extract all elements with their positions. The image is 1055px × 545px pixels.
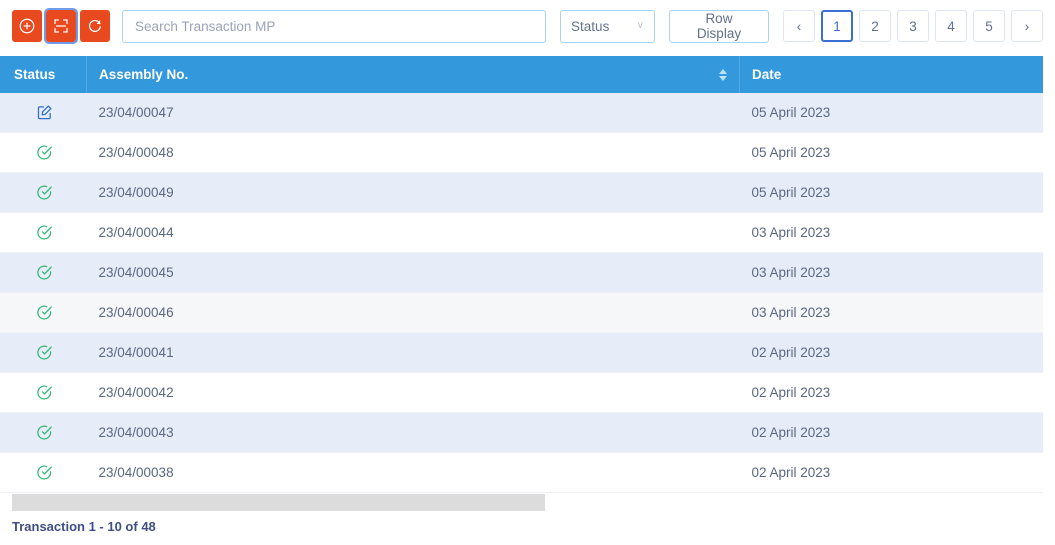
cell-status: [0, 332, 87, 373]
record-count-summary: Transaction 1 - 10 of 48: [12, 519, 156, 534]
pagination-page-2[interactable]: 2: [858, 10, 891, 42]
cell-status: [0, 292, 87, 333]
pagination-prev-button[interactable]: ‹: [782, 10, 815, 42]
search-field-wrapper: [122, 9, 547, 43]
cell-date: 03 April 2023: [739, 292, 1043, 333]
cell-status: [0, 452, 87, 493]
column-header-date[interactable]: Date: [739, 56, 1043, 93]
horizontal-scrollbar[interactable]: [0, 494, 1043, 511]
cell-assembly-no: 23/04/00043: [86, 412, 740, 453]
cell-status: [0, 412, 87, 453]
cell-date: 02 April 2023: [739, 332, 1043, 373]
table-row[interactable]: 23/04/00047 05 April 2023: [0, 93, 1043, 133]
refresh-icon: [86, 17, 104, 35]
table-row[interactable]: 23/04/00049 05 April 2023: [0, 172, 1043, 213]
table-row[interactable]: 23/04/00046 03 April 2023: [0, 292, 1043, 333]
cell-assembly-no: 23/04/00038: [86, 452, 740, 493]
cell-status: [0, 212, 87, 253]
chevron-down-icon: ∨: [636, 20, 644, 31]
table-row[interactable]: 23/04/00042 02 April 2023: [0, 372, 1043, 413]
cell-assembly-no: 23/04/00042: [86, 372, 740, 413]
column-header-status[interactable]: Status: [0, 56, 87, 93]
cell-assembly-no: 23/04/00041: [86, 332, 740, 373]
cell-date: 03 April 2023: [739, 252, 1043, 293]
cell-assembly-no: 23/04/00048: [86, 132, 740, 173]
check-circle-icon[interactable]: [14, 213, 87, 252]
pagination: ‹ 1 2 3 4 5 ›: [782, 10, 1043, 42]
cell-status: [0, 132, 87, 173]
cell-status: [0, 372, 87, 413]
check-circle-icon[interactable]: [14, 173, 87, 212]
pagination-page-4[interactable]: 4: [934, 10, 967, 42]
edit-icon[interactable]: [14, 93, 87, 132]
cell-date: 05 April 2023: [739, 93, 1043, 133]
cell-date: 02 April 2023: [739, 372, 1043, 413]
cell-status: [0, 252, 87, 293]
horizontal-scrollbar-thumb[interactable]: [12, 494, 545, 511]
table-header: Status Assembly No. Date: [0, 56, 1043, 93]
check-circle-icon[interactable]: [14, 293, 87, 332]
cell-assembly-no: 23/04/00045: [86, 252, 740, 293]
cell-date: 02 April 2023: [739, 452, 1043, 493]
check-circle-icon[interactable]: [14, 453, 87, 492]
cell-assembly-no: 23/04/00049: [86, 172, 740, 213]
table-row[interactable]: 23/04/00045 03 April 2023: [0, 252, 1043, 293]
row-display-button[interactable]: Row Display: [668, 9, 769, 43]
pagination-page-1[interactable]: 1: [820, 10, 853, 42]
column-header-assembly-no[interactable]: Assembly No.: [86, 56, 740, 93]
sort-ascending-icon: [719, 68, 727, 74]
table-row[interactable]: 23/04/00044 03 April 2023: [0, 212, 1043, 253]
cell-assembly-no: 23/04/00047: [86, 93, 740, 133]
cell-date: 05 April 2023: [739, 132, 1043, 173]
check-circle-icon[interactable]: [14, 333, 87, 372]
table-body: 23/04/00047 05 April 2023 23/04/00048 05 Ap…: [0, 93, 1043, 493]
add-button[interactable]: [12, 10, 43, 42]
check-circle-icon[interactable]: [14, 373, 87, 412]
pagination-page-5[interactable]: 5: [972, 10, 1005, 42]
cell-date: 02 April 2023: [739, 412, 1043, 453]
cell-date: 03 April 2023: [739, 212, 1043, 253]
sort-toggle-icon[interactable]: [719, 68, 727, 81]
cell-assembly-no: 23/04/00044: [86, 212, 740, 253]
check-circle-icon[interactable]: [14, 133, 87, 172]
scan-icon: [52, 17, 70, 35]
column-header-assembly-label: Assembly No.: [99, 67, 189, 82]
cell-date: 05 April 2023: [739, 172, 1043, 213]
sort-descending-icon: [719, 75, 727, 81]
check-circle-icon[interactable]: [14, 253, 87, 292]
table-row[interactable]: 23/04/00043 02 April 2023: [0, 412, 1043, 453]
scan-button[interactable]: [44, 8, 79, 44]
refresh-button[interactable]: [80, 10, 111, 42]
cell-assembly-no: 23/04/00046: [86, 292, 740, 333]
status-filter-dropdown[interactable]: Status ∨: [560, 9, 655, 43]
status-filter-label: Status: [571, 18, 610, 34]
search-input[interactable]: [122, 9, 547, 43]
transaction-table-container: Status Assembly No. Date 23/04/00047 05 A…: [0, 56, 1043, 511]
cell-status: [0, 172, 87, 213]
check-circle-icon[interactable]: [14, 413, 87, 452]
pagination-next-button[interactable]: ›: [1010, 10, 1043, 42]
table-row[interactable]: 23/04/00041 02 April 2023: [0, 332, 1043, 373]
table-row[interactable]: 23/04/00048 05 April 2023: [0, 132, 1043, 173]
add-icon: [18, 17, 36, 35]
toolbar: Status ∨ Row Display ‹ 1 2 3 4 5 ›: [0, 0, 1055, 52]
pagination-page-3[interactable]: 3: [896, 10, 929, 42]
cell-status: [0, 93, 87, 133]
transaction-table: Status Assembly No. Date 23/04/00047 05 A…: [0, 56, 1043, 493]
table-header-row: Status Assembly No. Date: [0, 56, 1043, 93]
table-row[interactable]: 23/04/00038 02 April 2023: [0, 452, 1043, 493]
